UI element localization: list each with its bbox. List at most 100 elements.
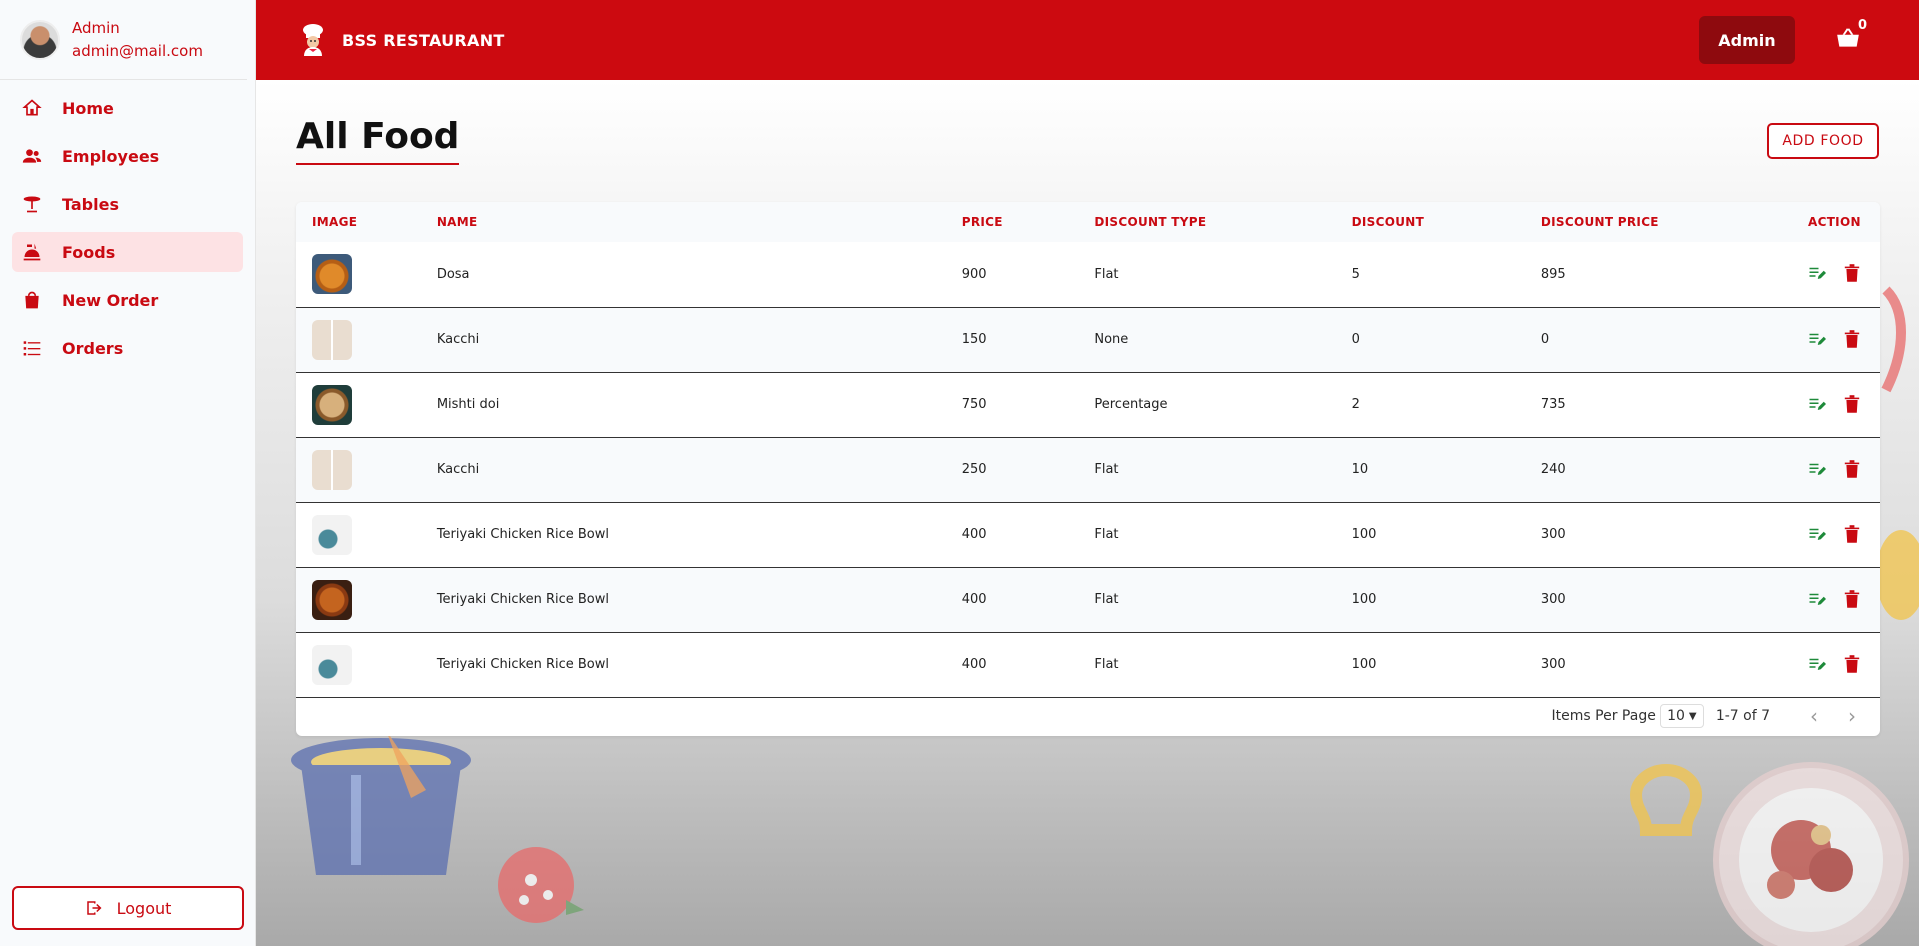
column-header-discount: DISCOUNT [1351,202,1541,242]
cell-name: Mishti doi [436,372,962,438]
cell-image [296,502,437,568]
cell-price: 150 [961,307,1095,373]
cell-action [1808,307,1880,373]
edit-button[interactable] [1808,460,1828,480]
table-header-row: IMAGE NAME PRICE DISCOUNT TYPE DISCOUNT … [296,202,1880,242]
delete-button[interactable] [1844,654,1864,675]
cell-discount-type: Flat [1094,567,1352,633]
food-icon [23,243,41,261]
trash-icon [1844,394,1860,413]
edit-icon [1809,593,1826,605]
food-thumbnail [312,254,352,295]
food-thumbnail [312,319,352,360]
cell-image [296,437,437,503]
trash-icon [1844,329,1860,348]
cell-image [296,632,437,698]
items-per-page-value: 10 [1667,708,1685,724]
column-header-discount-price: DISCOUNT PRICE [1540,202,1808,242]
cell-discount-type: Flat [1094,632,1352,698]
sidebar-item-new-order[interactable]: New Order [12,280,243,320]
trash-icon [1844,589,1860,608]
items-per-page-label: Items Per Page [1551,708,1656,724]
cell-name: Teriyaki Chicken Rice Bowl [436,567,962,633]
delete-button[interactable] [1844,329,1864,350]
cell-discount: 10 [1351,437,1541,503]
admin-button[interactable]: Admin [1699,16,1795,64]
cell-name: Kacchi [436,437,962,503]
table-row: Teriyaki Chicken Rice Bowl 400 Flat 100 … [296,632,1880,698]
edit-button[interactable] [1808,264,1828,284]
sidebar-item-orders[interactable]: Orders [12,328,243,368]
table-row: Kacchi 150 None 0 0 [296,307,1880,373]
cart-count-badge: 0 [1857,18,1867,33]
sidebar-item-home[interactable]: Home [12,88,243,128]
sidebar-item-employees[interactable]: Employees [12,136,243,176]
logout-label: Logout [116,898,172,918]
topbar: BSS RESTAURANT Admin 0 [256,0,1919,80]
user-email: admin@mail.com [72,41,203,60]
delete-button[interactable] [1844,524,1864,545]
column-header-name: NAME [436,202,962,242]
avatar [20,19,60,60]
table-row: Mishti doi 750 Percentage 2 735 [296,372,1880,438]
cell-image [296,372,437,438]
logout-button[interactable]: Logout [12,886,244,930]
food-thumbnail [312,384,352,425]
edit-icon [1809,528,1826,540]
cell-discount: 2 [1351,372,1541,438]
cell-name: Teriyaki Chicken Rice Bowl [436,502,962,568]
delete-button[interactable] [1844,589,1864,610]
logout-icon [86,901,102,915]
sidebar-item-tables[interactable]: Tables [12,184,243,224]
edit-button[interactable] [1808,395,1828,415]
sidebar-item-label: New Order [62,290,159,310]
delete-button[interactable] [1844,394,1864,415]
sidebar-item-label: Home [62,98,114,118]
background-tomato-illustration [498,847,584,923]
add-food-button[interactable]: ADD FOOD [1767,123,1879,159]
next-page-button[interactable]: › [1838,702,1866,730]
edit-icon [1809,398,1826,410]
food-thumbnail [312,449,352,490]
edit-button[interactable] [1808,655,1828,675]
sidebar-item-foods[interactable]: Foods [12,232,243,272]
sidebar-item-label: Employees [62,146,160,166]
cell-discount-type: Flat [1094,437,1352,503]
page-range-label: 1-7 of 7 [1715,708,1770,724]
trash-icon [1844,264,1860,283]
sidebar-item-label: Tables [62,194,119,214]
edit-button[interactable] [1808,330,1828,350]
cell-price: 900 [961,242,1095,308]
previous-page-button[interactable]: ‹ [1800,702,1828,730]
brand[interactable]: BSS RESTAURANT [298,23,505,57]
table-row: Teriyaki Chicken Rice Bowl 400 Flat 100 … [296,502,1880,568]
cell-discount: 100 [1351,502,1541,568]
cell-price: 400 [961,567,1095,633]
column-header-price: PRICE [961,202,1095,242]
items-per-page-select[interactable]: 10 ▼ [1659,704,1704,728]
edit-button[interactable] [1808,525,1828,545]
delete-button[interactable] [1844,264,1864,284]
cell-image [296,567,437,633]
cell-action [1808,437,1880,503]
user-profile: Admin admin@mail.com [0,0,247,80]
column-header-discount-type: DISCOUNT TYPE [1094,202,1352,242]
brand-name: BSS RESTAURANT [342,30,505,50]
delete-button[interactable] [1844,459,1864,480]
edit-icon [1809,463,1826,475]
edit-icon [1809,658,1826,670]
chevron-down-icon: ▼ [1688,710,1697,722]
cell-action [1808,242,1880,308]
cell-discount-price: 300 [1540,502,1808,568]
food-thumbnail [312,644,352,685]
cell-discount-type: None [1094,307,1352,373]
cell-discount-price: 240 [1540,437,1808,503]
main-content: All Food ADD FOOD IMAGE NAME PRICE DISCO… [256,80,1919,946]
trash-icon [1844,654,1860,673]
edit-button[interactable] [1808,590,1828,610]
cell-discount-price: 735 [1540,372,1808,438]
users-icon [22,149,42,163]
cell-price: 400 [961,632,1095,698]
cell-discount-type: Flat [1094,242,1352,308]
column-header-image: IMAGE [296,202,437,242]
